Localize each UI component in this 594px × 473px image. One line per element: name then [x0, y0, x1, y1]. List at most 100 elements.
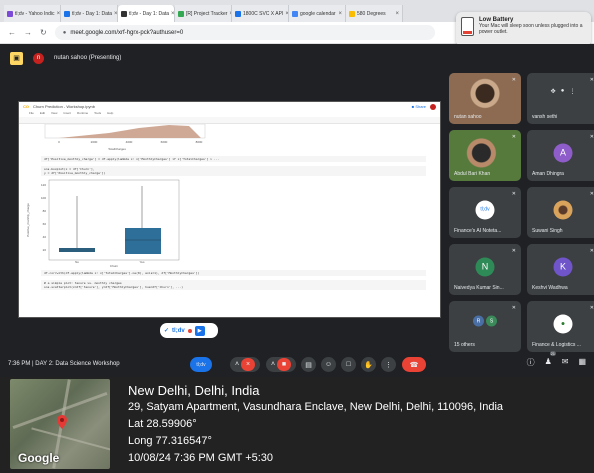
geo-latitude: Lat 28.59906° — [128, 418, 197, 430]
tick-label: 8000 — [196, 140, 203, 144]
participant-avatar: A — [553, 143, 573, 163]
browser-tab[interactable]: 1800C SVC X API × — [232, 5, 289, 22]
participant-name: Suwani Singh — [532, 228, 563, 234]
tab-favicon-icon — [121, 10, 127, 17]
emoji-button[interactable]: ☺ — [321, 357, 336, 372]
notebook-menu-item[interactable]: Help — [107, 111, 113, 117]
participant-tile[interactable]: ✕ nutan sahoo — [449, 73, 521, 124]
participant-name: Keshvi Wadhwa — [532, 285, 568, 291]
browser-tab[interactable]: [R] Project Tracker× — [175, 5, 232, 22]
leave-call-button[interactable]: ☎ — [402, 357, 426, 372]
close-tab-icon[interactable]: × — [171, 11, 174, 17]
notebook-menu-item[interactable]: View — [51, 111, 57, 117]
tldv-record-label: tl;dv — [196, 361, 206, 368]
code-cell[interactable]: df['Positive_monthly_charge'] = df.apply… — [41, 156, 426, 162]
map-thumbnail: Google — [10, 379, 110, 469]
participant-name: nutan sahoo — [454, 114, 482, 120]
pin-icon[interactable]: ✥ — [551, 88, 556, 95]
low-battery-notification[interactable]: Low Battery Your Mac will sleep soon unl… — [456, 12, 591, 46]
captions-button[interactable]: ▤ — [301, 357, 316, 372]
present-button[interactable]: □ — [341, 357, 356, 372]
tldv-recording-chip[interactable]: ✓ tl;dv ▶ — [160, 323, 218, 338]
top-histogram: 0 2000 4000 6000 8000 TotalCharges — [44, 124, 206, 151]
browser-tab[interactable]: google calendar × — [289, 5, 346, 22]
participant-name: Abdul Bari Khan — [454, 171, 491, 177]
participant-tile[interactable]: ● ✕ Finance & Logistics ... — [527, 301, 594, 352]
site-info-icon[interactable]: ● — [63, 30, 67, 36]
participant-avatar: K — [553, 257, 573, 277]
tab-list: tl;dv - Yahoo Indic × tl;dv - Day 1: Data ×… — [4, 5, 403, 22]
tab-label: 1800C SVC X API — [243, 10, 284, 17]
notebook-menu-item[interactable]: File — [29, 111, 34, 117]
participant-tile[interactable]: ✕ Abdul Bari Khan — [449, 130, 521, 181]
notebook-menu-item[interactable]: Insert — [63, 111, 71, 117]
tab-label: tl;dv - Day 1: Data — [129, 10, 170, 17]
chat-icon[interactable]: ✉ — [562, 357, 569, 368]
participant-tile[interactable]: A ✕ Aman Dhingra — [527, 130, 594, 181]
edit-icon: ✓ — [164, 328, 170, 334]
browser-tab[interactable]: 580 Degrees × — [346, 5, 403, 22]
close-tab-icon[interactable]: × — [57, 11, 60, 17]
muted-mic-icon: ✕ — [511, 134, 516, 140]
map-road — [31, 427, 110, 453]
participant-tile[interactable]: ✕ Suwani Singh — [527, 187, 594, 238]
close-tab-icon[interactable]: × — [395, 11, 399, 17]
notebook-menu-item[interactable]: Runtime — [77, 111, 88, 117]
presentation-icon[interactable]: ▣ — [10, 51, 23, 65]
browser-tab[interactable]: tl;dv - Day 1: Data × — [61, 5, 118, 22]
participant-name: Finance's AI Noteta... — [454, 228, 502, 234]
info-icon[interactable]: ⓘ — [527, 357, 535, 368]
captions-icon: ▤ — [305, 361, 312, 369]
present-screen-icon: □ — [346, 361, 351, 368]
muted-mic-icon: ✕ — [511, 77, 516, 83]
user-avatar[interactable] — [430, 103, 436, 110]
others-avatar: R — [473, 315, 484, 327]
notebook-menu-item[interactable]: Edit — [40, 111, 45, 117]
forward-icon[interactable]: → — [24, 28, 32, 37]
code-cell[interactable]: sns.boxplot(x = df['Churn'], y = df['Pos… — [41, 166, 426, 176]
presenter-avatar: n — [33, 52, 44, 64]
boxplot-y-label: Positive_monthly_charge — [26, 203, 30, 237]
participant-tile[interactable]: K ✕ Keshvi Wadhwa — [527, 244, 594, 295]
participant-tile[interactable]: R S ✕ 15 others — [449, 301, 521, 352]
tldv-record-button[interactable]: tl;dv — [190, 357, 212, 372]
participant-tile[interactable]: tl;dv ✕ Finance's AI Noteta... — [449, 187, 521, 238]
url-field[interactable]: ● meet.google.com/xrf-hgrx-pck?authuser=… — [54, 25, 435, 40]
notebook-menu-item[interactable]: Tools — [94, 111, 101, 117]
geo-stamp-overlay: Google New Delhi, Delhi, India 29, Satya… — [0, 377, 594, 473]
close-tab-icon[interactable]: × — [338, 11, 342, 17]
tick-label: 6000 — [161, 140, 168, 144]
code-cell[interactable]: # a simple plot: tenure vs. monthly char… — [41, 280, 426, 290]
geo-longitude: Long 77.316547° — [128, 435, 212, 447]
people-icon[interactable]: ♟ 21 — [545, 351, 557, 368]
muted-mic-icon: ✕ — [589, 305, 594, 311]
geo-city: New Delhi, Delhi, India — [128, 383, 260, 398]
histogram-area — [59, 125, 201, 138]
share-button[interactable]: ■ Share — [412, 104, 426, 109]
geo-timestamp: 10/08/24 7:36 PM GMT +5:30 — [128, 452, 274, 464]
close-tab-icon[interactable]: × — [114, 11, 117, 17]
camera-off-icon: ■ — [277, 358, 292, 371]
activities-icon[interactable]: ▦ — [578, 357, 586, 368]
presenter-label: nutan sahoo (Presenting) — [54, 55, 122, 61]
tile-hover-controls: ✥ ● ⋮ — [551, 88, 576, 95]
participant-tile[interactable]: N ✕ Naivedya Kumar Sin... — [449, 244, 521, 295]
browser-tab[interactable]: tl;dv - Day 1: Data × — [118, 5, 175, 22]
code-cell[interactable]: df.corrwith(df.apply(lambda x: x['TotalC… — [41, 270, 426, 276]
mic-level-icon[interactable]: ● — [561, 88, 565, 95]
more-options-button[interactable]: ⋮ — [381, 357, 396, 372]
tldv-app-icon: ▶ — [194, 325, 205, 336]
participant-tile[interactable]: ✥ ● ⋮ ✕ vansh sethi — [527, 73, 594, 124]
chevron-up-icon: ˄ — [234, 361, 240, 368]
tab-favicon-icon — [292, 10, 298, 17]
more-camera-options-button[interactable]: ˄ ■ — [266, 357, 296, 372]
tick-label: 0 — [58, 140, 60, 144]
tab-favicon-icon — [178, 10, 184, 17]
raise-hand-button[interactable]: ✋ — [361, 357, 376, 372]
reload-icon[interactable]: ↻ — [40, 28, 47, 37]
more-vertical-icon[interactable]: ⋮ — [569, 88, 575, 95]
more-mic-options-button[interactable]: ˄ × — [230, 357, 260, 372]
back-icon[interactable]: ← — [8, 28, 16, 37]
browser-tab[interactable]: tl;dv - Yahoo Indic × — [4, 5, 61, 22]
tab-favicon-icon — [64, 10, 70, 17]
